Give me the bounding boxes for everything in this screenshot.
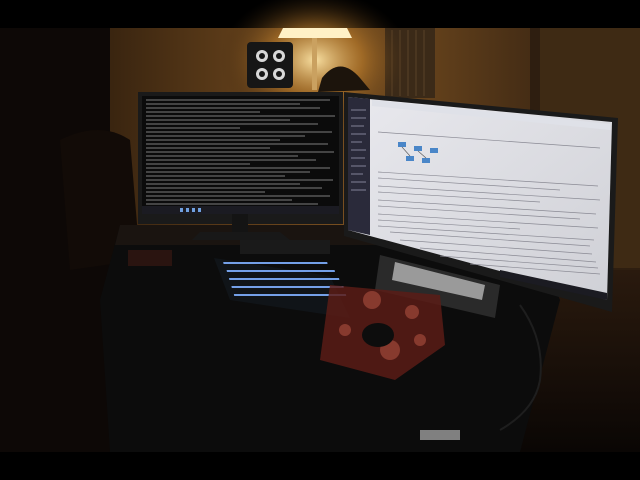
box-on-desk <box>240 240 330 254</box>
scene-svg <box>0 0 640 480</box>
mouse <box>362 323 394 347</box>
left-taskbar <box>142 206 339 214</box>
red-object-left <box>128 250 172 266</box>
left-monitor-base <box>192 232 290 240</box>
photo-scene <box>0 0 640 480</box>
left-monitor-stand <box>232 214 248 234</box>
lamp-shade <box>278 28 352 38</box>
lamp-stem <box>312 38 317 90</box>
terminal-text-lines <box>146 99 335 205</box>
bottom-letterbox <box>0 452 640 480</box>
speaker-body <box>247 42 293 88</box>
power-strip <box>420 430 460 440</box>
